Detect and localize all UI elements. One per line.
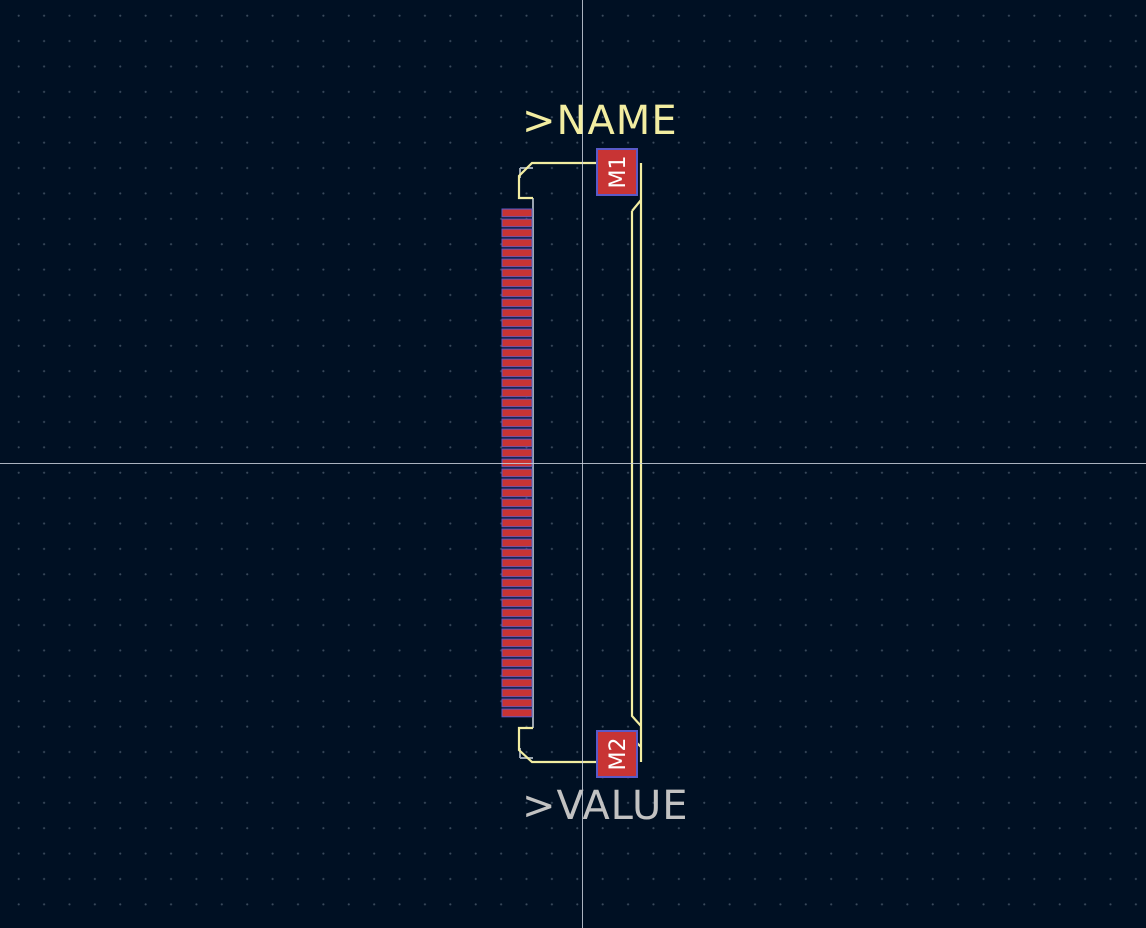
signal-pad[interactable] xyxy=(501,378,533,388)
signal-pad[interactable] xyxy=(501,448,533,458)
signal-pad[interactable] xyxy=(501,628,533,638)
signal-pad[interactable] xyxy=(501,318,533,328)
signal-pad[interactable] xyxy=(501,228,533,238)
signal-pad[interactable] xyxy=(501,508,533,518)
signal-pad[interactable] xyxy=(501,418,533,428)
signal-pad[interactable] xyxy=(501,658,533,668)
signal-pad[interactable] xyxy=(501,618,533,628)
signal-pad[interactable] xyxy=(501,678,533,688)
signal-pad[interactable] xyxy=(501,648,533,658)
signal-pad[interactable] xyxy=(501,438,533,448)
signal-pad[interactable] xyxy=(501,568,533,578)
signal-pad[interactable] xyxy=(501,388,533,398)
signal-pad[interactable] xyxy=(501,338,533,348)
signal-pad[interactable] xyxy=(501,288,533,298)
signal-pad[interactable] xyxy=(501,308,533,318)
signal-pad[interactable] xyxy=(501,468,533,478)
signal-pad[interactable] xyxy=(501,398,533,408)
reference-designator-text[interactable]: >NAME xyxy=(522,98,678,144)
signal-pad[interactable] xyxy=(501,518,533,528)
signal-pad[interactable] xyxy=(501,478,533,488)
signal-pad[interactable] xyxy=(501,368,533,378)
signal-pad[interactable] xyxy=(501,298,533,308)
signal-pad[interactable] xyxy=(501,528,533,538)
signal-pad[interactable] xyxy=(501,428,533,438)
signal-pad[interactable] xyxy=(501,698,533,708)
signal-pad[interactable] xyxy=(501,548,533,558)
signal-pad[interactable] xyxy=(501,588,533,598)
signal-pad[interactable] xyxy=(501,408,533,418)
signal-pad[interactable] xyxy=(501,578,533,588)
value-text[interactable]: >VALUE xyxy=(522,783,689,829)
signal-pad[interactable] xyxy=(501,608,533,618)
signal-pad[interactable] xyxy=(501,668,533,678)
signal-pad[interactable] xyxy=(501,328,533,338)
signal-pad[interactable] xyxy=(501,558,533,568)
signal-pad[interactable] xyxy=(501,248,533,258)
signal-pad[interactable] xyxy=(501,598,533,608)
signal-pad[interactable] xyxy=(501,638,533,648)
signal-pad[interactable] xyxy=(501,348,533,358)
signal-pad[interactable] xyxy=(501,268,533,278)
mount-pad-m1-label: M1 xyxy=(606,156,631,189)
pcb-footprint-editor-canvas[interactable]: M1 M2 >NAME >VALUE xyxy=(0,0,1146,928)
signal-pad[interactable] xyxy=(501,238,533,248)
signal-pad[interactable] xyxy=(501,538,533,548)
mount-pad-m2-label: M2 xyxy=(606,738,631,771)
signal-pad[interactable] xyxy=(501,358,533,368)
signal-pad[interactable] xyxy=(501,488,533,498)
signal-pad[interactable] xyxy=(501,258,533,268)
signal-pad[interactable] xyxy=(501,278,533,288)
signal-pad[interactable] xyxy=(501,498,533,508)
signal-pad[interactable] xyxy=(501,708,533,718)
signal-pad[interactable] xyxy=(501,688,533,698)
signal-pad[interactable] xyxy=(501,218,533,228)
cursor-crosshair-horizontal xyxy=(0,463,1146,464)
signal-pad[interactable] xyxy=(501,208,533,218)
